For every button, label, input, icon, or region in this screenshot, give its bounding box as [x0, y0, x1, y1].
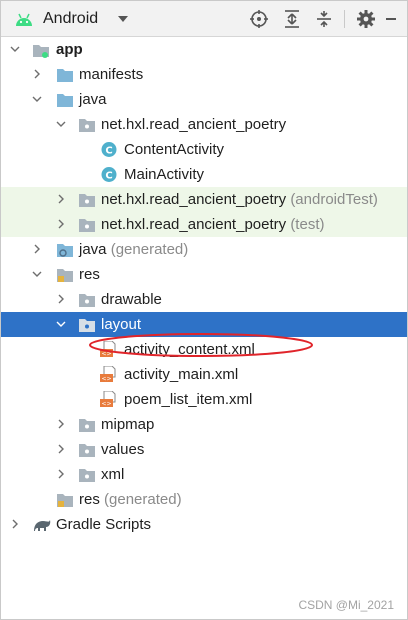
- view-selector-title[interactable]: Android: [43, 10, 98, 28]
- chevron-right-icon[interactable]: [56, 419, 66, 429]
- resource-folder-icon: [57, 269, 73, 282]
- tree-item-label: manifests: [79, 66, 144, 83]
- chevron-down-icon[interactable]: [32, 269, 42, 279]
- chevron-right-icon[interactable]: [32, 69, 42, 79]
- folder-icon: [79, 319, 95, 332]
- chevron-down-icon[interactable]: [56, 319, 66, 329]
- chevron-right-icon[interactable]: [56, 444, 66, 454]
- project-toolbar: Android: [1, 1, 407, 37]
- generated-suffix: (generated): [104, 491, 182, 508]
- svg-text:C: C: [105, 146, 112, 157]
- chevron-down-icon[interactable]: [118, 16, 128, 22]
- tree-item-activity-main-xml[interactable]: <> activity_main.xml: [1, 362, 407, 387]
- chevron-right-icon[interactable]: [56, 294, 66, 304]
- chevron-down-icon[interactable]: [10, 44, 20, 54]
- folder-icon: [79, 419, 95, 432]
- chevron-down-icon[interactable]: [32, 94, 42, 104]
- collapse-all-icon[interactable]: [314, 9, 334, 29]
- folder-icon: [79, 469, 95, 482]
- tree-item-label: res: [79, 266, 100, 283]
- chevron-right-icon[interactable]: [56, 194, 66, 204]
- tree-item-label: net.hxl.read_ancient_poetry: [101, 116, 287, 133]
- tree-item-content-activity[interactable]: C ContentActivity: [1, 137, 407, 162]
- folder-icon: [57, 69, 73, 82]
- folder-icon: [57, 94, 73, 107]
- tree-item-label: poem_list_item.xml: [124, 391, 253, 408]
- tree-item-label-group: java (generated): [79, 241, 188, 258]
- locate-icon[interactable]: [249, 9, 269, 29]
- tree-item-manifests[interactable]: manifests: [1, 62, 407, 87]
- tree-item-label: values: [101, 441, 145, 458]
- svg-text:<>: <>: [101, 401, 111, 408]
- tree-item-res[interactable]: res: [1, 262, 407, 287]
- class-icon: C: [101, 142, 117, 157]
- tree-item-label: MainActivity: [124, 166, 205, 183]
- chevron-right-icon[interactable]: [56, 219, 66, 229]
- tree-item-mipmap[interactable]: mipmap: [1, 412, 407, 437]
- tree-item-gradle-scripts[interactable]: Gradle Scripts: [1, 512, 407, 537]
- tree-item-main-activity[interactable]: C MainActivity: [1, 162, 407, 187]
- expand-all-icon[interactable]: [282, 9, 302, 29]
- tree-item-java-generated[interactable]: java (generated): [1, 237, 407, 262]
- tree-item-label-group: res (generated): [79, 491, 182, 508]
- tree-item-label: activity_main.xml: [124, 366, 239, 383]
- tree-item-app[interactable]: app: [1, 37, 407, 62]
- package-icon: [79, 194, 95, 207]
- tree-item-package-test[interactable]: net.hxl.read_ancient_poetry (test): [1, 212, 407, 237]
- module-folder-icon: [33, 45, 49, 58]
- tree-item-package-main[interactable]: net.hxl.read_ancient_poetry: [1, 112, 407, 137]
- generated-folder-icon: [57, 244, 73, 257]
- layout-xml-icon: <>: [100, 366, 116, 383]
- tree-item-package-android-test[interactable]: net.hxl.read_ancient_poetry (androidTest…: [1, 187, 407, 212]
- tree-item-label: drawable: [101, 291, 162, 308]
- resource-folder-icon: [57, 494, 73, 507]
- chevron-right-icon[interactable]: [32, 244, 42, 254]
- tree-item-java[interactable]: java: [1, 87, 407, 112]
- chevron-down-icon[interactable]: [56, 119, 66, 129]
- tree-item-res-generated[interactable]: res (generated): [1, 487, 407, 512]
- tree-item-xml[interactable]: xml: [1, 462, 407, 487]
- package-icon: [79, 119, 95, 132]
- gear-icon[interactable]: [356, 9, 376, 29]
- tree-item-poem-list-item-xml[interactable]: <> poem_list_item.xml: [1, 387, 407, 412]
- tree-item-label: net.hxl.read_ancient_poetry: [101, 191, 287, 208]
- chevron-right-icon[interactable]: [10, 519, 20, 529]
- class-icon: C: [101, 167, 117, 182]
- tree-item-label-group: net.hxl.read_ancient_poetry (test): [101, 216, 324, 233]
- tree-item-label: java: [79, 91, 107, 108]
- generated-suffix: (generated): [110, 241, 189, 258]
- tree-item-label-group: net.hxl.read_ancient_poetry (androidTest…: [101, 191, 378, 208]
- tree-item-label: layout: [101, 316, 142, 333]
- android-icon: [16, 13, 32, 26]
- source-set-suffix: (test): [290, 216, 325, 233]
- chevron-right-icon[interactable]: [56, 469, 66, 479]
- svg-text:C: C: [105, 171, 112, 182]
- toolbar-divider: [344, 10, 345, 28]
- watermark: CSDN @Mi_2021: [298, 598, 394, 612]
- tree-item-label: Gradle Scripts: [56, 516, 152, 533]
- hide-icon[interactable]: [384, 9, 398, 29]
- gradle-icon: [34, 520, 51, 531]
- annotation-oval: [89, 333, 313, 357]
- layout-xml-icon: <>: [100, 391, 116, 408]
- svg-text:<>: <>: [101, 376, 111, 383]
- folder-icon: [79, 294, 95, 307]
- tree-item-label: net.hxl.read_ancient_poetry: [101, 216, 287, 233]
- tree-item-label: ContentActivity: [124, 141, 225, 158]
- source-set-suffix: (androidTest): [290, 191, 378, 208]
- tree-item-label: mipmap: [101, 416, 155, 433]
- tree-item-label: app: [56, 41, 83, 58]
- package-icon: [79, 219, 95, 232]
- tree-item-values[interactable]: values: [1, 437, 407, 462]
- tree-item-drawable[interactable]: drawable: [1, 287, 407, 312]
- tree-item-label: xml: [101, 466, 125, 483]
- tree-item-label: java: [79, 241, 107, 258]
- folder-icon: [79, 444, 95, 457]
- tree-item-label: res: [79, 491, 100, 508]
